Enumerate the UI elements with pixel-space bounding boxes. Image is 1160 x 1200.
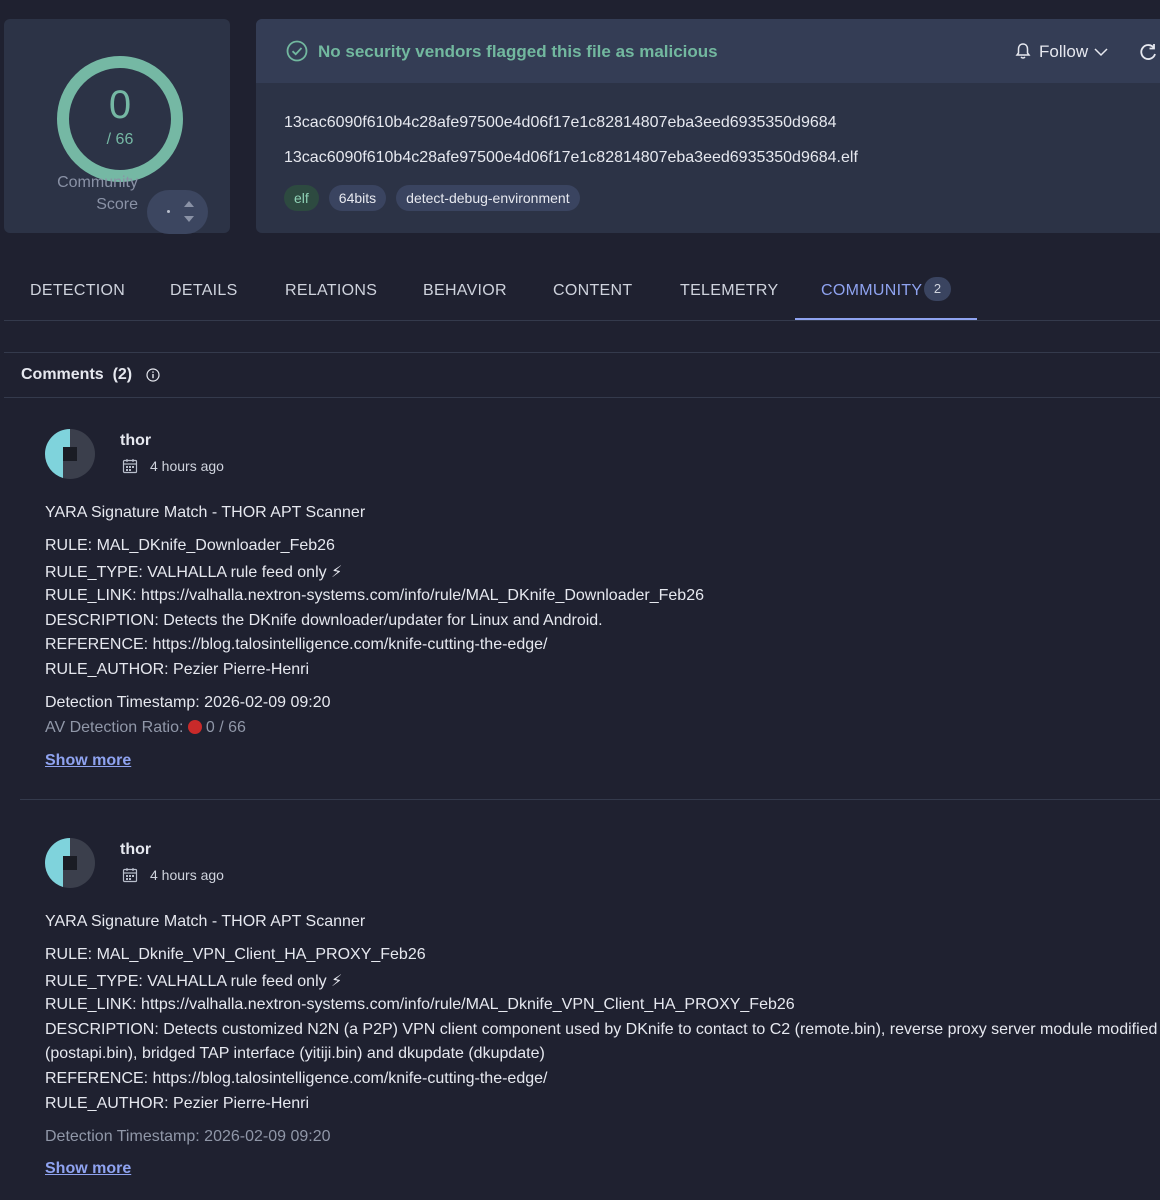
comment-detection-timestamp: Detection Timestamp: 2026-02-09 09:20	[45, 694, 331, 711]
comment-timestamp: 4 hours ago	[150, 867, 224, 883]
tab-content[interactable]: CONTENT	[553, 282, 632, 300]
comment-rule-author: RULE_AUTHOR: Pezier Pierre-Henri	[45, 1095, 310, 1112]
comment-author[interactable]: thor	[120, 432, 151, 450]
comment-rule-author: RULE_AUTHOR: Pezier Pierre-Henri	[45, 661, 310, 678]
comment-rule-type: RULE_TYPE: VALHALLA rule feed only ⚡	[45, 973, 343, 990]
comment-detection-timestamp: Detection Timestamp: 2026-02-09 09:20	[45, 1128, 331, 1145]
comment-reference: REFERENCE: https://blog.talosintelligenc…	[45, 636, 548, 653]
info-icon[interactable]	[146, 368, 160, 382]
status-text: No security vendors flagged this file as…	[318, 42, 718, 61]
tab-details[interactable]: DETAILS	[170, 282, 238, 300]
refresh-icon[interactable]	[1138, 42, 1158, 62]
comment-description: DESCRIPTION: Detects customized N2N (a P…	[45, 1021, 1158, 1038]
tab-telemetry[interactable]: TELEMETRY	[680, 282, 778, 300]
comment-rule: RULE: MAL_DKnife_Downloader_Feb26	[45, 537, 335, 554]
tab-relations[interactable]: RELATIONS	[285, 282, 377, 300]
comments-divider	[4, 397, 1160, 398]
comment-rule-type: RULE_TYPE: VALHALLA rule feed only ⚡	[45, 564, 343, 581]
comment-av-ratio: AV Detection Ratio: 0 / 66	[45, 719, 246, 737]
status-header: No security vendors flagged this file as…	[256, 19, 1160, 83]
comment-timestamp: 4 hours ago	[150, 458, 224, 474]
calendar-icon	[122, 868, 138, 883]
community-vote-widget[interactable]	[147, 190, 208, 234]
comment-heading: YARA Signature Match - THOR APT Scanner	[45, 504, 366, 521]
tag-64bits[interactable]: 64bits	[328, 185, 387, 211]
show-more-link[interactable]: Show more	[45, 1160, 131, 1178]
tabs-divider	[4, 320, 1160, 321]
community-score-label: Community Score	[34, 172, 138, 216]
calendar-icon	[122, 459, 138, 474]
bell-icon[interactable]	[1014, 42, 1032, 60]
tab-detection[interactable]: DETECTION	[30, 282, 125, 300]
vote-dot-icon	[167, 210, 170, 213]
section-divider	[4, 352, 1160, 353]
comment-description: DESCRIPTION: Detects the DKnife download…	[45, 612, 603, 629]
tab-behavior[interactable]: BEHAVIOR	[423, 282, 507, 300]
comment-divider	[20, 799, 1160, 800]
community-score-card: 0 / 66 Community Score	[4, 19, 230, 234]
red-circle-icon	[187, 720, 202, 734]
avatar[interactable]	[45, 429, 95, 479]
chevron-down-icon[interactable]	[1094, 47, 1108, 57]
follow-button[interactable]: Follow	[1039, 42, 1088, 62]
av-ratio-label: AV Detection Ratio:	[45, 719, 184, 736]
tab-bar: DETECTION DETAILS RELATIONS BEHAVIOR CON…	[4, 270, 1160, 321]
detection-count: 0	[108, 83, 132, 127]
community-label-line1: Community	[57, 174, 138, 191]
vote-up-icon[interactable]	[184, 201, 194, 207]
comment-description-cont: (postapi.bin), bridged TAP interface (yi…	[45, 1045, 545, 1062]
tag-list: elf 64bits detect-debug-environment	[284, 185, 580, 211]
detection-total: / 66	[106, 131, 134, 148]
vote-down-icon[interactable]	[184, 216, 194, 222]
comment-rule: RULE: MAL_Dknife_VPN_Client_HA_PROXY_Feb…	[45, 946, 426, 963]
comments-title: Comments (2)	[21, 366, 133, 383]
show-more-link[interactable]: Show more	[45, 752, 131, 770]
comment-heading: YARA Signature Match - THOR APT Scanner	[45, 913, 366, 930]
file-name: 13cac6090f610b4c28afe97500e4d06f17e1c828…	[284, 149, 858, 166]
comment-rule-link: RULE_LINK: https://valhalla.nextron-syst…	[45, 996, 795, 1013]
tab-community[interactable]: COMMUNITY	[821, 282, 922, 300]
avatar[interactable]	[45, 838, 95, 888]
comment-author[interactable]: thor	[120, 841, 151, 859]
check-circle-icon	[286, 40, 308, 62]
comment-rule-link: RULE_LINK: https://valhalla.nextron-syst…	[45, 587, 704, 604]
tag-elf[interactable]: elf	[284, 185, 319, 211]
detection-score-ring: 0 / 66	[56, 55, 184, 183]
file-info-card: No security vendors flagged this file as…	[256, 19, 1160, 233]
file-hash: 13cac6090f610b4c28afe97500e4d06f17e1c828…	[284, 114, 837, 131]
community-count-badge: 2	[924, 277, 951, 301]
av-ratio-value: 0 / 66	[205, 719, 246, 736]
comment-reference: REFERENCE: https://blog.talosintelligenc…	[45, 1070, 548, 1087]
tag-detect-debug-environment[interactable]: detect-debug-environment	[396, 185, 580, 211]
community-label-line2: Score	[96, 196, 138, 213]
